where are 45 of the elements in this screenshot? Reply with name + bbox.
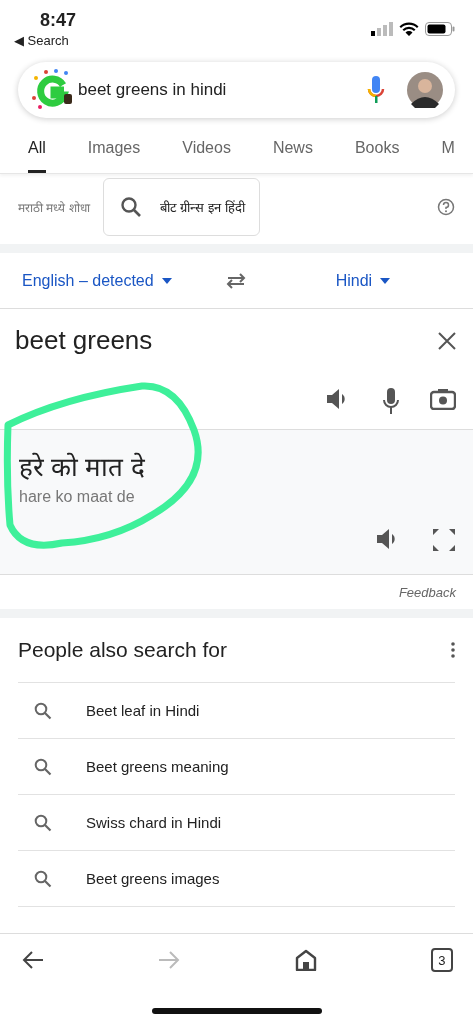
back-to-search-link[interactable]: ◀ Search [14, 33, 77, 48]
related-search-item[interactable]: Beet greens meaning [18, 739, 455, 795]
microphone-icon[interactable] [367, 76, 385, 104]
search-tab[interactable]: All [28, 128, 46, 173]
search-tab[interactable]: News [272, 128, 313, 173]
target-language-dropdown[interactable]: Hindi [335, 271, 391, 290]
wifi-icon [399, 22, 419, 36]
status-time: 8:47 [39, 10, 77, 31]
search-icon [34, 869, 52, 888]
search-bar[interactable]: beet greens in hindi [18, 62, 455, 118]
camera-icon[interactable] [430, 388, 456, 410]
help-icon[interactable] [437, 198, 455, 216]
battery-icon [425, 22, 455, 36]
feedback-link[interactable]: Feedback [398, 585, 456, 600]
marathi-query-chip[interactable]: बीट ग्रीन्स इन हिंदी [102, 178, 260, 236]
back-arrow-icon[interactable] [22, 951, 44, 969]
related-search-item[interactable]: Swiss chard in Hindi [18, 795, 455, 851]
search-tab[interactable]: Images [87, 128, 141, 173]
search-in-marathi-label: मराठी मध्ये शोधा [18, 199, 90, 216]
search-tab[interactable]: Books [354, 128, 400, 173]
source-language-dropdown[interactable]: English – detected [22, 271, 172, 290]
source-text[interactable]: beet greens [15, 325, 153, 356]
section-title: People also search for [18, 638, 227, 662]
search-icon [34, 813, 52, 832]
dropdown-icon [380, 277, 391, 284]
close-icon[interactable] [438, 331, 456, 350]
search-icon [119, 196, 142, 218]
search-tab[interactable]: M [441, 128, 455, 173]
avatar-icon[interactable] [407, 72, 443, 108]
related-search-item[interactable]: Beet greens images [18, 851, 455, 907]
marathi-query: बीट ग्रीन्स इन हिंदी [159, 199, 245, 216]
home-icon[interactable] [294, 949, 317, 971]
search-icon [34, 757, 52, 776]
transliteration: hare ko maat de [19, 488, 136, 506]
search-tab[interactable]: Videos [182, 128, 231, 173]
more-options-icon[interactable] [451, 642, 455, 658]
translated-text: हरे को मात दे [19, 451, 146, 484]
related-search-item[interactable]: Beet leaf in Hindi [18, 683, 455, 739]
signal-icon [371, 22, 393, 36]
search-icon [34, 701, 52, 720]
microphone-icon[interactable] [382, 388, 400, 414]
tab-count-button[interactable]: 3 [431, 948, 453, 972]
search-query: beet greens in hindi [78, 80, 228, 100]
fullscreen-icon[interactable] [432, 528, 456, 552]
dropdown-icon [161, 277, 172, 284]
